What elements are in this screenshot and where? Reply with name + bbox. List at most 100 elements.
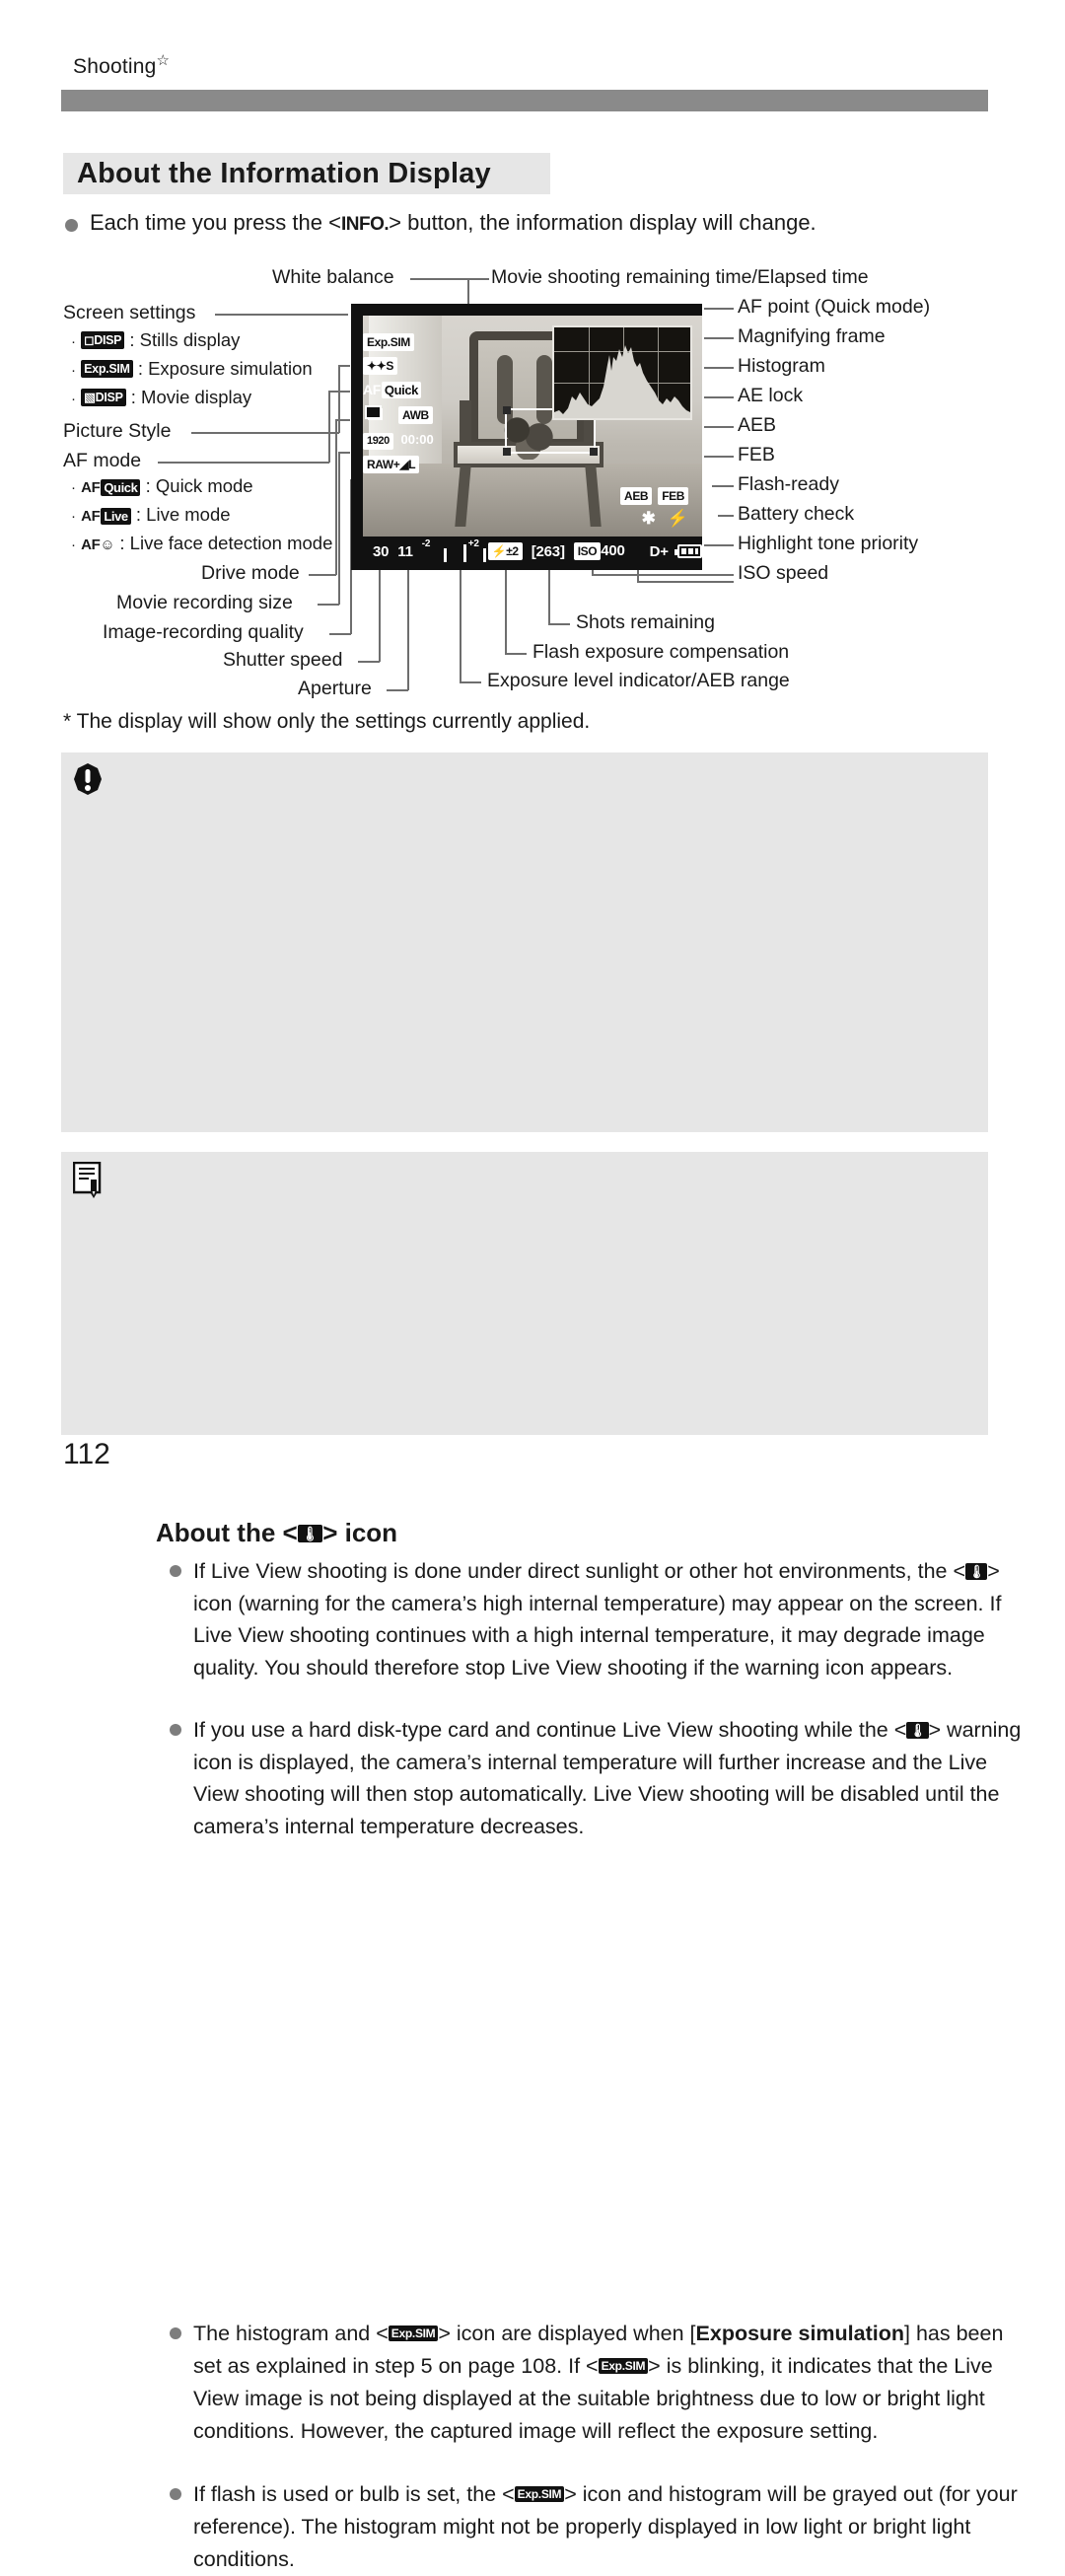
label-movie-rec-size: Movie recording size <box>116 592 293 613</box>
caution-title: About the < 🌡 > icon <box>156 1518 397 1548</box>
label-flash-ready: Flash-ready <box>738 473 839 495</box>
picture-style-indicator: ✦✦S <box>363 357 397 375</box>
temperature-warning-icon: 🌡 <box>297 1525 323 1543</box>
leader-shutter-v <box>379 562 381 662</box>
histogram-curve <box>554 345 690 418</box>
bullet-icon <box>65 219 78 232</box>
af-mode-item-1-text: : Live mode <box>135 504 231 525</box>
caution-item-1-p1: If Live View shooting is done under dire… <box>193 1559 966 1583</box>
label-flash-exp-comp: Flash exposure compensation <box>532 641 790 663</box>
caution-item-2-text: If you use a hard disk-type card and con… <box>193 1714 1037 1842</box>
af-quick-icon: AF Quick <box>81 478 141 496</box>
label-exposure-level: Exposure level indicator/AEB range <box>487 670 790 691</box>
exp-tick-1 <box>443 548 447 562</box>
af-mode-item-2-text: : Live face detection mode <box>119 533 333 553</box>
shutter-speed-value: 30 <box>373 542 390 560</box>
exp-sim-icon: Exp.SIM <box>598 2358 649 2375</box>
label-highlight-tone: Highlight tone priority <box>738 533 919 554</box>
running-head: Shooting☆ <box>73 51 170 79</box>
leader-movie-size-h <box>318 604 339 606</box>
af-mode-item-1: · AF Live : Live mode <box>71 504 231 525</box>
camera-lcd-screen: Exp.SIM ✦✦S AF Quick AWB 1920 00:00 RAW+… <box>351 304 702 570</box>
note-pencil-icon <box>73 1162 102 1198</box>
bullet-icon <box>170 1565 181 1577</box>
exp-tick-center <box>462 544 466 562</box>
exp-sim-icon: Exp.SIM <box>514 2486 565 2503</box>
screen-settings-item-1: · Exp.SIM : Exposure simulation <box>71 358 313 379</box>
label-picture-style: Picture Style <box>63 420 172 442</box>
leader-aeb <box>704 426 734 428</box>
note-item-2: If flash is used or bulb is set, the < Ex… <box>170 2478 1037 2576</box>
caution-title-after: > icon <box>322 1518 398 1547</box>
leader-af-mode-h2 <box>328 391 350 393</box>
exp-scale-min: -2 <box>421 538 431 549</box>
label-shutter-speed: Shutter speed <box>223 649 343 671</box>
leader-flash-comp-h <box>505 653 527 655</box>
ae-lock-indicator: ✱ <box>641 509 656 528</box>
feb-indicator: FEB <box>658 487 688 505</box>
photo-chair-arm-left <box>460 400 471 446</box>
aeb-indicator: AEB <box>620 487 653 505</box>
note-item-1-bold: Exposure simulation <box>695 2322 904 2345</box>
diagram-footnote: * The display will show only the setting… <box>63 710 591 733</box>
exp-tick-2 <box>482 548 486 562</box>
white-balance-indicator: AWB <box>398 406 433 424</box>
af-face-detect-icon: AF☺ <box>81 536 115 553</box>
af-mode-item-0: · AF Quick : Quick mode <box>71 475 253 496</box>
af-live-icon: AF Live <box>81 507 131 525</box>
caution-item-1-text: If Live View shooting is done under dire… <box>193 1555 1037 1683</box>
exp-scale-max: +2 <box>467 538 479 549</box>
leader-picture-style-h <box>191 432 339 434</box>
leader-exposure-v <box>460 562 462 682</box>
leader-highlight-tone <box>704 544 734 546</box>
leader-aperture-v <box>407 562 409 690</box>
label-magnifying-frame: Magnifying frame <box>738 325 886 347</box>
label-white-balance: White balance <box>272 266 394 288</box>
leader-af-mode-h <box>158 462 329 464</box>
battery-check-icon <box>674 544 702 558</box>
leader-movie-size-v <box>338 452 340 605</box>
temperature-warning-icon: 🌡 <box>906 1721 929 1739</box>
screen-settings-item-1-text: : Exposure simulation <box>137 358 313 379</box>
intro-text-after: > button, the information display will c… <box>389 210 816 235</box>
leader-screen-settings <box>215 314 348 316</box>
screen-settings-item-2: · ▧DISP : Movie display <box>71 387 252 407</box>
temperature-warning-icon: 🌡 <box>965 1562 988 1580</box>
leader-shots-h <box>548 623 570 625</box>
leader-flash-ready <box>712 485 734 487</box>
caution-item-1: If Live View shooting is done under dire… <box>170 1555 1037 1683</box>
leader-movie-size-h2 <box>338 452 350 454</box>
bullet-icon <box>170 2488 181 2500</box>
leader-flash-comp-v <box>505 562 507 654</box>
page-title: About the Information Display <box>63 153 550 194</box>
iso-label: ISO <box>573 542 602 560</box>
stills-display-icon: ◻DISP <box>81 330 125 350</box>
leader-aperture-h <box>387 689 408 691</box>
highlight-tone-priority-value: D+ <box>649 542 669 560</box>
leader-shutter-h <box>358 661 380 663</box>
caution-item-2: If you use a hard disk-type card and con… <box>170 1714 1037 1842</box>
label-aeb: AEB <box>738 414 777 436</box>
caution-item-2-p1: If you use a hard disk-type card and con… <box>193 1718 907 1742</box>
image-quality-indicator: RAW+◢L <box>363 456 420 473</box>
movie-display-icon: ▧DISP <box>81 388 126 407</box>
screen-settings-item-2-text: : Movie display <box>130 387 252 407</box>
lcd-status-bar: 30 11 -2 +2 ⚡±2 [263] ISO 400 D+ <box>351 537 702 566</box>
label-shots-remaining: Shots remaining <box>576 611 715 633</box>
caution-icon <box>74 763 102 795</box>
leader-image-quality-h <box>329 633 351 635</box>
note-item-2-text: If flash is used or bulb is set, the < Ex… <box>193 2478 1037 2576</box>
screen-settings-item-0-text: : Stills display <box>129 329 241 350</box>
label-drive-mode: Drive mode <box>201 562 300 584</box>
movie-time-indicator: 00:00 <box>400 432 434 447</box>
leader-drive-mode-h <box>309 574 336 576</box>
movie-rec-size-indicator: 1920 <box>363 433 393 450</box>
leader-magnifying-frame <box>704 337 734 339</box>
intro-text-before: Each time you press the < <box>90 210 341 235</box>
label-af-point: AF point (Quick mode) <box>738 296 931 318</box>
label-ae-lock: AE lock <box>738 385 804 406</box>
leader-battery-check <box>718 515 734 517</box>
iso-group: ISO 400 <box>573 542 625 560</box>
leader-htp-h <box>637 581 734 583</box>
leader-iso-h <box>592 574 734 576</box>
